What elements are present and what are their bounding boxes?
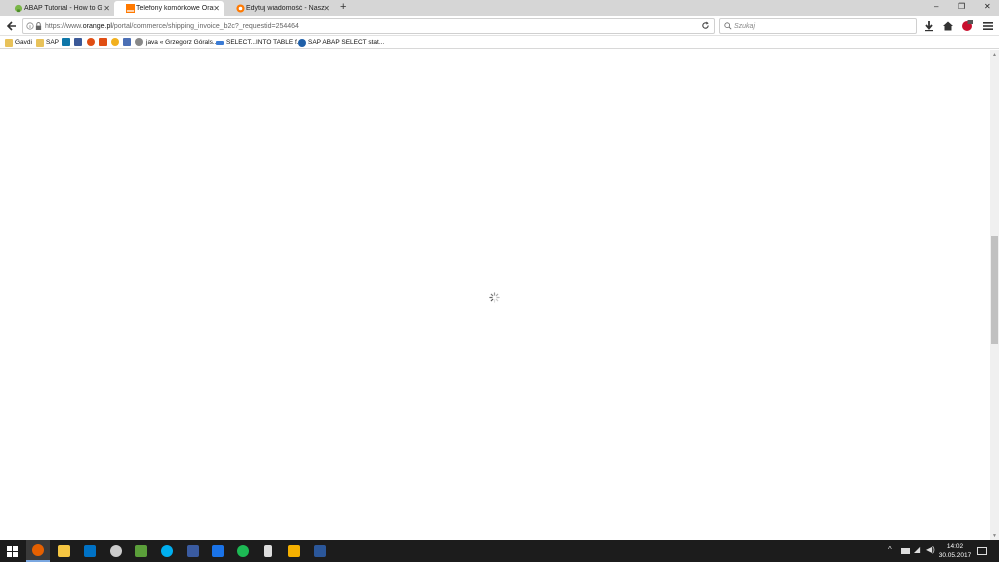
taskbar: ^ ◢ ◀) 14:02 30.05.2017 bbox=[0, 540, 999, 562]
notification-icon[interactable] bbox=[977, 547, 987, 555]
close-icon[interactable]: ✕ bbox=[103, 4, 110, 13]
taskbar-word[interactable] bbox=[308, 540, 332, 562]
office-icon[interactable] bbox=[99, 38, 107, 46]
orange-logo-icon bbox=[126, 4, 135, 13]
bookmark-label: Gavdi bbox=[15, 39, 32, 46]
tab-label: ABAP Tutorial - How to Gen bbox=[24, 5, 102, 12]
vertical-scrollbar[interactable]: ▲ ▼ bbox=[990, 50, 999, 540]
bookmark-green-icon bbox=[14, 4, 23, 13]
app-icon bbox=[288, 545, 300, 557]
address-bar[interactable]: https://www.orange.pl/portal/commerce/sh… bbox=[22, 18, 715, 34]
taskbar-app-yellow[interactable] bbox=[282, 540, 306, 562]
search-placeholder: Szukaj bbox=[734, 23, 756, 30]
bookmark-label: SAP ABAP SELECT stat... bbox=[308, 39, 385, 46]
close-window-button[interactable]: ✕ bbox=[984, 2, 991, 11]
lock-icon bbox=[35, 22, 42, 30]
scroll-up-arrow-icon[interactable]: ▲ bbox=[992, 52, 997, 58]
bulb-icon[interactable] bbox=[111, 38, 119, 46]
word-icon bbox=[314, 545, 326, 557]
bookmark-sap-abap-select[interactable]: SAP ABAP SELECT stat... bbox=[298, 37, 384, 48]
linkedin-icon[interactable] bbox=[62, 38, 70, 46]
search-icon bbox=[724, 22, 732, 30]
bookmark-label: SAP bbox=[46, 39, 60, 46]
bookmarks-bar: Gavdi SAP java « Grzegorz Górals... SELE… bbox=[0, 36, 999, 49]
globe-icon[interactable] bbox=[135, 38, 143, 46]
menu-icon[interactable] bbox=[982, 20, 994, 32]
tab-label: Telefony komórkowe Orange bbox=[136, 5, 214, 12]
info-icon[interactable] bbox=[26, 22, 34, 30]
taskbar-outlook[interactable] bbox=[78, 540, 102, 562]
taskbar-explorer[interactable] bbox=[52, 540, 76, 562]
tab-label: Edytuj wiadomość - Nasz Or bbox=[246, 5, 324, 12]
network-icon[interactable]: ◢ bbox=[914, 545, 920, 554]
folder-icon bbox=[5, 38, 13, 47]
app-icon bbox=[110, 545, 122, 557]
windows-logo-icon bbox=[6, 545, 18, 557]
folder-icon bbox=[36, 38, 44, 47]
flame-icon[interactable] bbox=[87, 38, 95, 46]
taskbar-spotify[interactable] bbox=[231, 540, 255, 562]
loading-spinner-icon bbox=[489, 292, 500, 303]
taskbar-excel-app[interactable] bbox=[129, 540, 153, 562]
bookmark-label: java « Grzegorz Górals... bbox=[146, 39, 219, 46]
taskbar-skype[interactable] bbox=[155, 540, 179, 562]
url-text: https://www.orange.pl/portal/commerce/sh… bbox=[45, 23, 299, 30]
home-icon[interactable] bbox=[942, 20, 954, 32]
new-tab-button[interactable]: + bbox=[340, 2, 346, 13]
spreadsheet-icon bbox=[135, 545, 147, 557]
close-icon[interactable]: ✕ bbox=[213, 4, 220, 13]
app-icon bbox=[212, 545, 224, 557]
device-icon bbox=[264, 545, 272, 557]
clock-time: 14:02 bbox=[946, 543, 964, 550]
spotify-icon bbox=[237, 545, 249, 557]
tab-abap-tutorial[interactable]: ABAP Tutorial - How to Gen ✕ bbox=[2, 1, 114, 16]
taskbar-firefox[interactable] bbox=[26, 540, 50, 562]
minimize-button[interactable]: – bbox=[934, 2, 938, 11]
folder-icon bbox=[58, 545, 70, 557]
taskbar-app-notes[interactable] bbox=[181, 540, 205, 562]
bookmark-label: SELECT...INTO TABLE f... bbox=[226, 39, 303, 46]
bookmark-java[interactable]: java « Grzegorz Górals... bbox=[146, 37, 218, 48]
taskbar-clock[interactable]: 14:02 30.05.2017 bbox=[938, 542, 972, 560]
battery-icon[interactable] bbox=[901, 548, 910, 554]
yahoo-icon[interactable] bbox=[123, 38, 131, 46]
taskbar-app-circle[interactable] bbox=[104, 540, 128, 562]
firefox-icon bbox=[32, 544, 44, 556]
tab-bar: ABAP Tutorial - How to Gen ✕ Telefony ko… bbox=[0, 0, 999, 16]
scrollbar-thumb[interactable] bbox=[991, 236, 998, 344]
taskbar-app-device[interactable] bbox=[256, 540, 280, 562]
taskbar-app-blue[interactable] bbox=[206, 540, 230, 562]
navigation-bar: https://www.orange.pl/portal/commerce/sh… bbox=[0, 16, 999, 36]
bookmark-select-into[interactable]: SELECT...INTO TABLE f... bbox=[216, 37, 302, 48]
maximize-button[interactable]: ❐ bbox=[958, 2, 965, 11]
volume-icon[interactable]: ◀) bbox=[926, 545, 935, 554]
chevron-up-icon[interactable]: ^ bbox=[888, 545, 892, 554]
facebook-icon[interactable] bbox=[74, 38, 82, 46]
clock-date: 30.05.2017 bbox=[938, 552, 972, 559]
download-icon[interactable] bbox=[923, 20, 935, 32]
s-icon bbox=[298, 38, 306, 47]
search-input[interactable]: Szukaj bbox=[719, 18, 917, 34]
tab-edit-message[interactable]: Edytuj wiadomość - Nasz Or ✕ bbox=[224, 1, 334, 16]
back-arrow-icon[interactable] bbox=[4, 19, 18, 33]
tab-orange-phones[interactable]: Telefony komórkowe Orange ✕ bbox=[114, 1, 224, 16]
outlook-icon bbox=[84, 545, 96, 557]
sap-icon bbox=[216, 40, 224, 45]
reload-icon[interactable] bbox=[701, 21, 710, 30]
start-button[interactable] bbox=[0, 540, 24, 562]
orange-circle-icon bbox=[236, 4, 245, 13]
close-icon[interactable]: ✕ bbox=[323, 4, 330, 13]
scroll-down-arrow-icon[interactable]: ▼ bbox=[992, 533, 997, 539]
adblock-icon[interactable] bbox=[961, 20, 973, 32]
notes-icon bbox=[187, 545, 199, 557]
bookmark-sap[interactable]: SAP bbox=[36, 37, 59, 48]
skype-icon bbox=[161, 545, 173, 557]
bookmark-gavdi[interactable]: Gavdi bbox=[5, 37, 32, 48]
